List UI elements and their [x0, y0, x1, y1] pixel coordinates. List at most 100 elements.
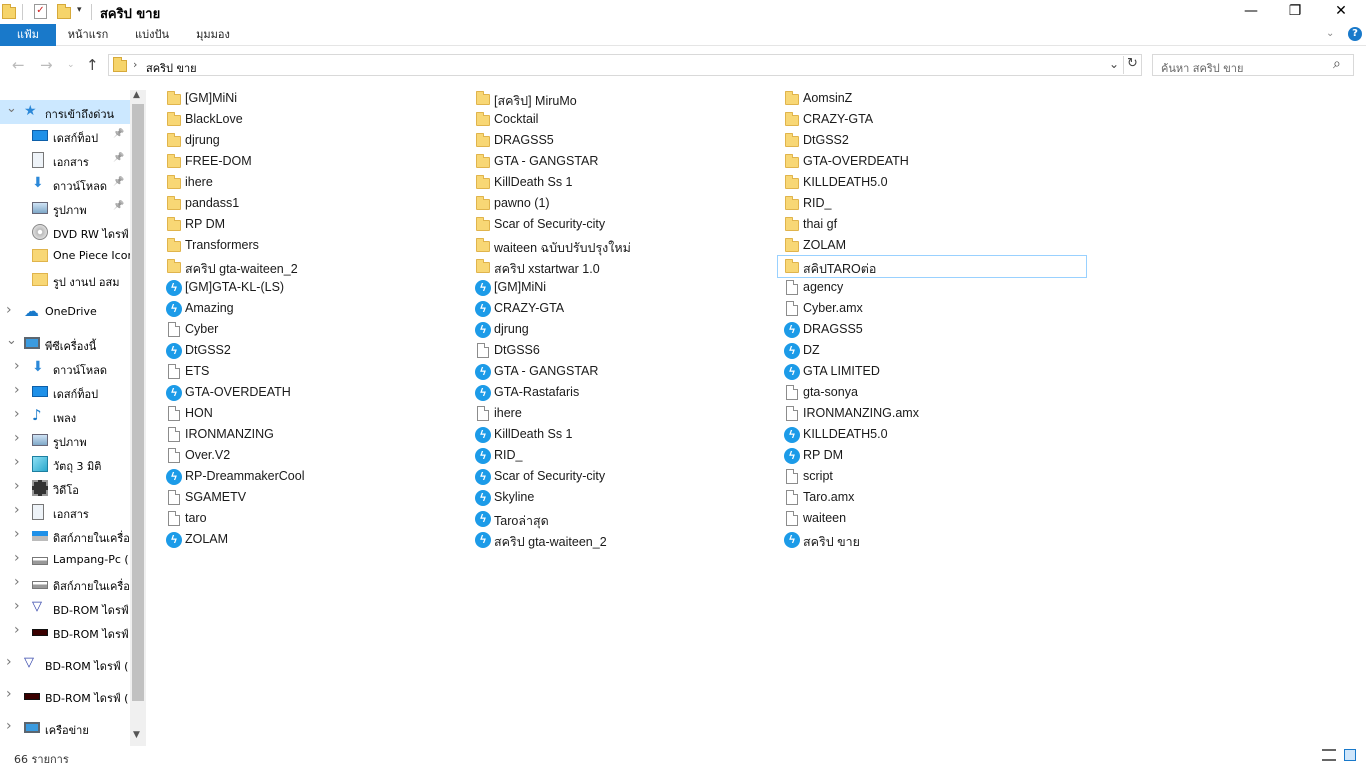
- recent-locations-button[interactable]: ⌄: [67, 60, 75, 70]
- folder-item[interactable]: สคริป gta-waiteen_2: [166, 256, 456, 277]
- file-item[interactable]: agency: [784, 277, 1074, 298]
- sidebar-scrollbar-thumb[interactable]: [132, 104, 144, 701]
- file-item[interactable]: ϟ [GM]MiNi: [475, 277, 765, 298]
- chevron-right-icon[interactable]: ›: [6, 302, 12, 318]
- maximize-button[interactable]: ❐: [1272, 0, 1318, 24]
- scroll-up-icon[interactable]: ▲: [133, 90, 140, 100]
- sidebar-item[interactable]: รูปภาพ 📌: [0, 196, 130, 220]
- folder-item[interactable]: pawno (1): [475, 193, 765, 214]
- chevron-down-icon[interactable]: ⌄: [6, 333, 17, 348]
- chevron-right-icon[interactable]: ›: [14, 502, 20, 518]
- chevron-right-icon[interactable]: ›: [14, 478, 20, 494]
- sidebar-item[interactable]: › ดิสก์ภายในเครื่อง: [0, 524, 130, 548]
- chevron-right-icon[interactable]: ›: [14, 430, 20, 446]
- chevron-right-icon[interactable]: ›: [14, 454, 20, 470]
- chevron-right-icon[interactable]: ›: [6, 718, 12, 734]
- file-item[interactable]: script: [784, 466, 1074, 487]
- chevron-right-icon[interactable]: ›: [14, 406, 20, 422]
- folder-item[interactable]: CRAZY-GTA: [784, 109, 1074, 130]
- file-item[interactable]: ϟ KILLDEATH5.0: [784, 424, 1074, 445]
- address-bar[interactable]: › สคริป ขาย ⌄: [108, 54, 1142, 76]
- file-item[interactable]: ϟ CRAZY-GTA: [475, 298, 765, 319]
- folder-item[interactable]: ZOLAM: [784, 235, 1074, 256]
- search-box[interactable]: ค้นหา สคริป ขาย ⌕: [1152, 54, 1354, 76]
- file-item[interactable]: ϟ GTA-Rastafaris: [475, 382, 765, 403]
- file-item[interactable]: ϟ DRAGSS5: [784, 319, 1074, 340]
- folder-item[interactable]: FREE-DOM: [166, 151, 456, 172]
- chevron-right-icon[interactable]: ›: [14, 574, 20, 590]
- file-item[interactable]: DtGSS6: [475, 340, 765, 361]
- scroll-down-icon[interactable]: ▼: [133, 730, 140, 740]
- details-view-icon[interactable]: [1322, 749, 1336, 761]
- folder-item[interactable]: GTA - GANGSTAR: [475, 151, 765, 172]
- sidebar-item[interactable]: › รูปภาพ: [0, 428, 130, 452]
- sidebar-item[interactable]: › ดิสก์ภายในเครื่อง: [0, 572, 130, 596]
- file-item[interactable]: ϟ [GM]GTA-KL-(LS): [166, 277, 456, 298]
- tab-share[interactable]: แบ่งปัน: [126, 24, 178, 46]
- sidebar-item[interactable]: DVD RW ไดรฟ์: [0, 220, 130, 244]
- file-item[interactable]: ϟ DtGSS2: [166, 340, 456, 361]
- chevron-right-icon[interactable]: ›: [14, 358, 20, 374]
- folder-item[interactable]: waiteen ฉบับปรับปรุงใหม่: [475, 235, 765, 256]
- tab-view[interactable]: มุมมอง: [190, 24, 236, 46]
- folder-item[interactable]: KILLDEATH5.0: [784, 172, 1074, 193]
- sidebar-item[interactable]: เอกสาร 📌: [0, 148, 130, 172]
- folder-item[interactable]: RID_: [784, 193, 1074, 214]
- sidebar-item[interactable]: › ⬇ ดาวน์โหลด: [0, 356, 130, 380]
- sidebar-item[interactable]: › เดสก์ท็อป: [0, 380, 130, 404]
- file-item[interactable]: ϟ DZ: [784, 340, 1074, 361]
- sidebar-item[interactable]: › BD-ROM ไดรฟ์: [0, 620, 130, 644]
- sidebar-item[interactable]: › วัตถุ 3 มิติ: [0, 452, 130, 476]
- expand-ribbon-icon[interactable]: ⌄: [1326, 28, 1334, 39]
- back-button[interactable]: ←: [12, 56, 25, 74]
- chevron-right-icon[interactable]: ›: [14, 550, 20, 566]
- file-item[interactable]: ϟ Taroล่าสุด: [475, 508, 765, 529]
- chevron-down-icon[interactable]: ▾: [77, 5, 82, 15]
- file-item[interactable]: ϟ Amazing: [166, 298, 456, 319]
- sidebar-item[interactable]: ⌄ ★ การเข้าถึงด่วน: [0, 100, 130, 124]
- file-item[interactable]: ϟ RP-DreammakerCool: [166, 466, 456, 487]
- file-item[interactable]: ETS: [166, 361, 456, 382]
- folder-item[interactable]: Cocktail: [475, 109, 765, 130]
- minimize-button[interactable]: —: [1228, 0, 1274, 24]
- folder-item[interactable]: [GM]MiNi: [166, 88, 456, 109]
- folder-item[interactable]: Scar of Security-city: [475, 214, 765, 235]
- folder-item[interactable]: DtGSS2: [784, 130, 1074, 151]
- folder-item[interactable]: DRAGSS5: [475, 130, 765, 151]
- chevron-right-icon[interactable]: ›: [6, 686, 12, 702]
- folder-item[interactable]: pandass1: [166, 193, 456, 214]
- close-button[interactable]: ✕: [1318, 0, 1364, 24]
- file-item[interactable]: HON: [166, 403, 456, 424]
- sidebar-item[interactable]: › ▽ BD-ROM ไดรฟ์: [0, 596, 130, 620]
- sidebar-item[interactable]: › ☁ OneDrive: [0, 300, 130, 324]
- file-item[interactable]: Over.V2: [166, 445, 456, 466]
- pin-icon[interactable]: 📌: [113, 153, 124, 163]
- file-item[interactable]: ϟ ZOLAM: [166, 529, 456, 550]
- sidebar-item[interactable]: › เอกสาร: [0, 500, 130, 524]
- folder-item[interactable]: สคริป xstartwar 1.0: [475, 256, 765, 277]
- sidebar-item[interactable]: › Lampang-Pc (: [0, 548, 130, 572]
- file-item[interactable]: ϟ RID_: [475, 445, 765, 466]
- chevron-down-icon[interactable]: ⌄: [6, 101, 17, 116]
- sidebar-item[interactable]: › ▽ BD-ROM ไดรฟ์ (: [0, 652, 130, 676]
- sidebar-item[interactable]: ⬇ ดาวน์โหลด 📌: [0, 172, 130, 196]
- file-item[interactable]: gta-sonya: [784, 382, 1074, 403]
- folder-item[interactable]: ihere: [166, 172, 456, 193]
- sidebar-item[interactable]: › วิดีโอ: [0, 476, 130, 500]
- file-item[interactable]: Cyber: [166, 319, 456, 340]
- file-item[interactable]: ϟ GTA-OVERDEATH: [166, 382, 456, 403]
- sidebar-item[interactable]: เดสก์ท็อป 📌: [0, 124, 130, 148]
- sidebar-item[interactable]: › BD-ROM ไดรฟ์ (: [0, 684, 130, 708]
- large-icons-view-icon[interactable]: [1344, 749, 1356, 761]
- file-item[interactable]: ϟ สคริป gta-waiteen_2: [475, 529, 765, 550]
- chevron-right-icon[interactable]: ›: [6, 654, 12, 670]
- sidebar-item[interactable]: รูป งานป อสม: [0, 268, 130, 292]
- file-item[interactable]: taro: [166, 508, 456, 529]
- help-icon[interactable]: ?: [1348, 27, 1362, 41]
- file-item[interactable]: ϟ GTA LIMITED: [784, 361, 1074, 382]
- folder-item[interactable]: djrung: [166, 130, 456, 151]
- file-item[interactable]: waiteen: [784, 508, 1074, 529]
- file-item[interactable]: ϟ KillDeath Ss 1: [475, 424, 765, 445]
- forward-button[interactable]: →: [40, 56, 53, 74]
- pin-icon[interactable]: 📌: [113, 129, 124, 139]
